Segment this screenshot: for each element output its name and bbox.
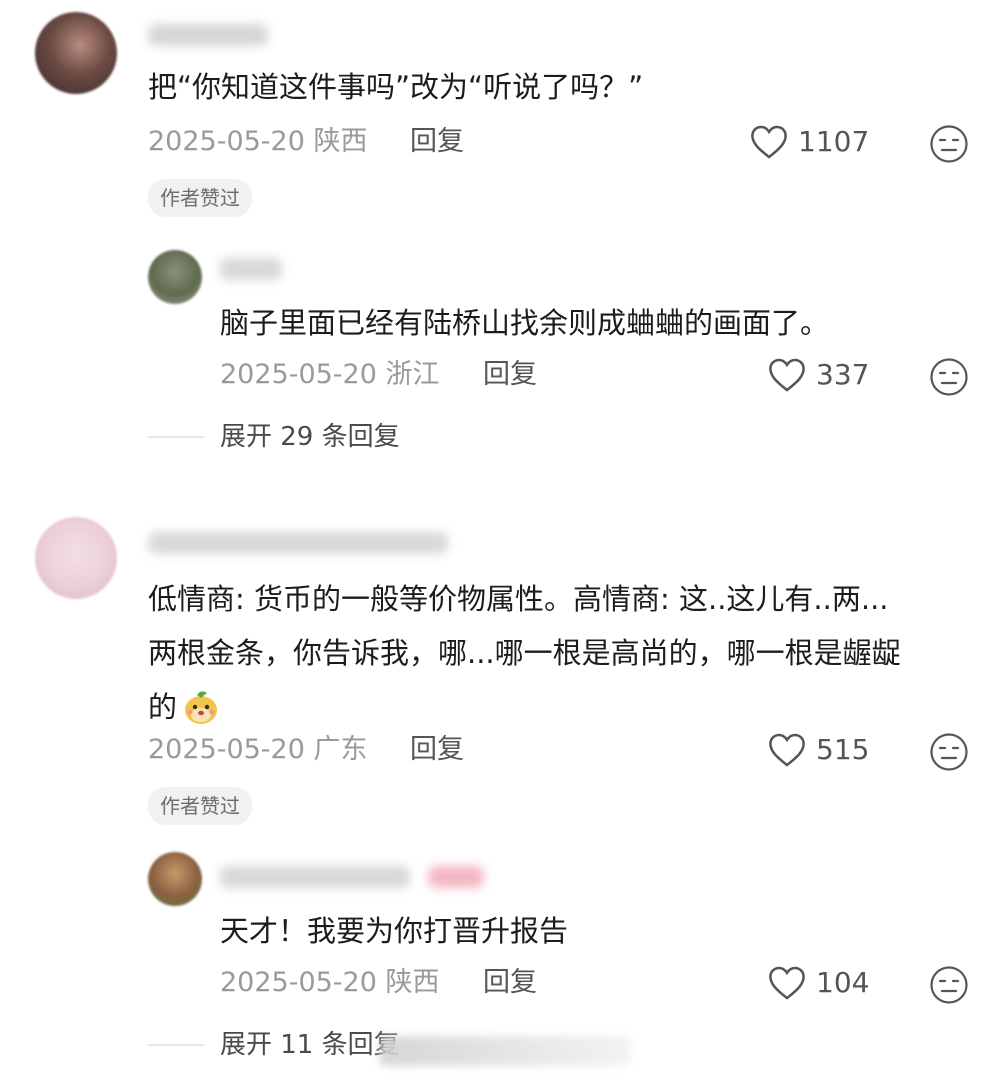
heart-outline-icon <box>769 966 805 1000</box>
comment-text: 把“你知道这件事吗”改为“听说了吗？” <box>148 70 644 104</box>
comment-location: 广东 <box>313 734 368 765</box>
author-liked-badge: 作者赞过 <box>148 179 252 217</box>
reply-button[interactable]: 回复 <box>410 732 464 768</box>
divider <box>148 436 204 438</box>
like-button[interactable]: 104 <box>768 965 880 1005</box>
reply-text: 脑子里面已经有陆桥山找余则成蛐蛐的画面了。 <box>220 306 830 340</box>
mascot-emoji-icon <box>185 691 218 724</box>
reply-location: 陕西 <box>385 967 440 998</box>
reply-text: 天才！我要为你打晋升报告 <box>220 914 569 948</box>
avatar[interactable] <box>148 852 202 906</box>
comment-text-tail: 的 <box>148 690 178 724</box>
like-count: 1107 <box>798 125 870 158</box>
reply-meta: 2025-05-20 陕西 <box>220 965 440 1001</box>
like-button[interactable]: 1107 <box>750 124 880 164</box>
avatar[interactable] <box>35 517 117 599</box>
avatar[interactable] <box>35 12 117 94</box>
username[interactable] <box>148 24 268 46</box>
like-count: 515 <box>816 733 870 766</box>
comment-meta: 2025-05-20 陕西 <box>148 124 368 160</box>
avatar[interactable] <box>148 250 202 304</box>
reply-button[interactable]: 回复 <box>483 965 537 1001</box>
meh-face-icon[interactable] <box>929 965 969 1005</box>
username[interactable] <box>220 258 282 280</box>
expand-replies-button[interactable]: 展开 29 条回复 <box>220 419 400 455</box>
comment-date: 2025-05-20 <box>148 734 305 765</box>
reply-button[interactable]: 回复 <box>483 357 537 393</box>
reply-button[interactable]: 回复 <box>410 124 464 160</box>
like-count: 104 <box>816 966 870 999</box>
heart-outline-icon <box>769 358 805 392</box>
username[interactable] <box>148 532 448 554</box>
author-liked-badge: 作者赞过 <box>148 787 252 825</box>
reply-date: 2025-05-20 <box>220 359 377 390</box>
comment-text: 低情商: 货币的一般等价物属性。高情商: 这..这儿有..两... 两根金条，你… <box>148 572 901 734</box>
comment-text-line: 低情商: 货币的一般等价物属性。高情商: 这..这儿有..两... <box>148 582 889 616</box>
watermark <box>380 1036 630 1066</box>
comment-text-line: 的 <box>148 680 901 734</box>
comment-location: 陕西 <box>313 126 368 157</box>
divider <box>148 1044 204 1046</box>
meh-face-icon[interactable] <box>929 732 969 772</box>
username[interactable] <box>220 866 410 888</box>
user-tag <box>428 866 484 888</box>
comment-text-line: 两根金条，你告诉我，哪...哪一根是高尚的，哪一根是龌龊 <box>148 636 901 670</box>
meh-face-icon[interactable] <box>929 357 969 397</box>
meh-face-icon[interactable] <box>929 124 969 164</box>
comment-meta: 2025-05-20 广东 <box>148 732 368 768</box>
reply-meta: 2025-05-20 浙江 <box>220 357 440 393</box>
reply-date: 2025-05-20 <box>220 967 377 998</box>
heart-outline-icon <box>751 125 787 159</box>
like-button[interactable]: 515 <box>768 732 880 772</box>
comment-date: 2025-05-20 <box>148 126 305 157</box>
expand-replies-button[interactable]: 展开 11 条回复 <box>220 1027 400 1063</box>
like-count: 337 <box>816 358 870 391</box>
like-button[interactable]: 337 <box>768 357 880 397</box>
reply-location: 浙江 <box>385 359 440 390</box>
heart-outline-icon <box>769 733 805 767</box>
